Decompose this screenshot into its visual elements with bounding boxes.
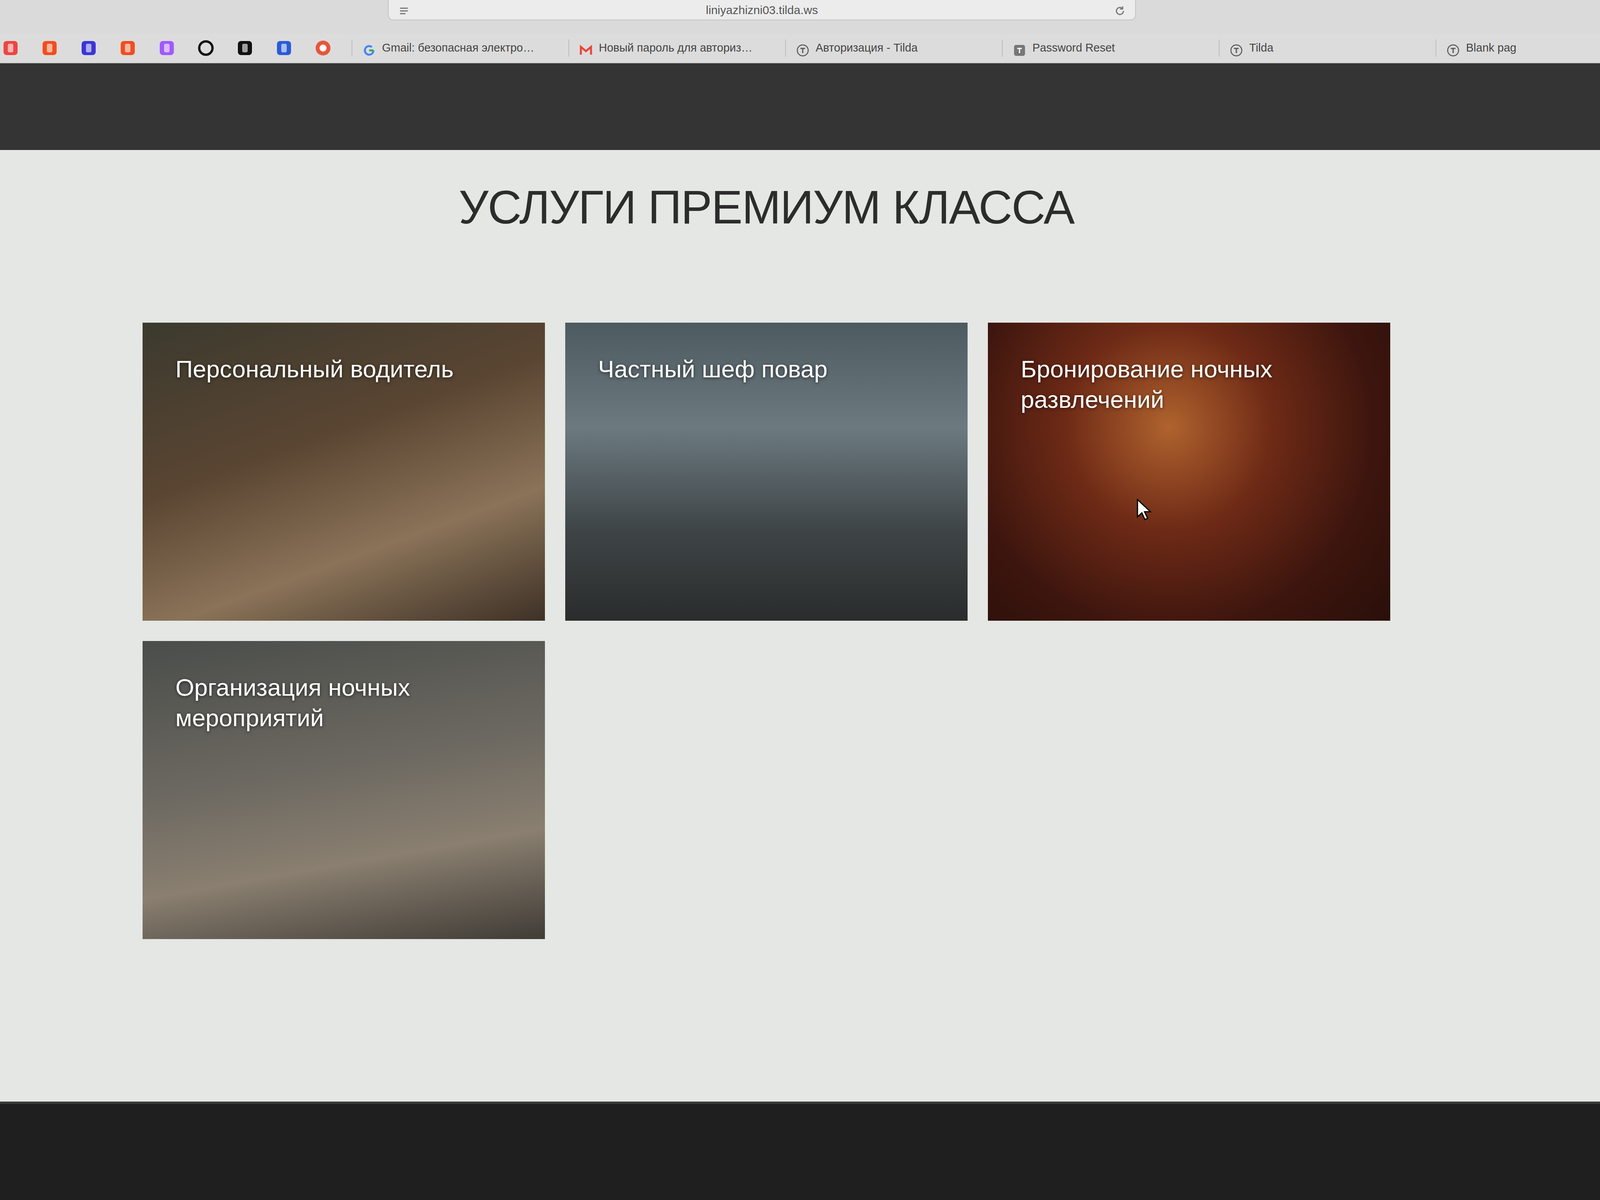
- browser-tab[interactable]: Tilda: [1218, 39, 1436, 57]
- card-label: Частный шеф повар: [598, 353, 911, 385]
- browser-tab[interactable]: Blank pag: [1435, 39, 1600, 57]
- bookmark-icon[interactable]: [236, 39, 254, 57]
- favicon-icon: [1446, 41, 1460, 55]
- services-section: УСЛУГИ ПРЕМИУМ КЛАССА Персональный водите…: [0, 150, 1600, 1102]
- tab-label: Авторизация - Tilda: [815, 39, 918, 57]
- card-label: Персональный водитель: [175, 353, 488, 385]
- browser-tab[interactable]: Авторизация - Tilda: [785, 39, 1002, 57]
- bookmark-icon[interactable]: [41, 39, 58, 57]
- cursor-icon: [1136, 498, 1152, 521]
- favicon-icon: [579, 41, 593, 55]
- favicon-icon: [1229, 41, 1243, 55]
- service-card[interactable]: Организация ночных мероприятий: [142, 641, 545, 940]
- bookmark-icon[interactable]: [80, 39, 97, 57]
- tab-label: Новый пароль для авториз…: [598, 39, 753, 57]
- bookmark-icon[interactable]: [119, 39, 136, 57]
- card-label: Бронирование ночных развлечений: [1020, 353, 1334, 415]
- tab-label: Password Reset: [1032, 39, 1115, 57]
- browser-tab[interactable]: Gmail: безопасная электро…: [351, 39, 569, 57]
- favicon-icon: [362, 41, 376, 55]
- service-card[interactable]: Бронирование ночных развлечений: [987, 322, 1391, 621]
- service-card[interactable]: Частный шеф повар: [565, 322, 968, 621]
- bookmark-icon[interactable]: [2, 39, 19, 57]
- service-card[interactable]: Персональный водитель: [142, 322, 545, 621]
- favicon-icon: [796, 41, 810, 55]
- browser-tab[interactable]: Password Reset: [1001, 39, 1219, 57]
- bookmark-icon[interactable]: [314, 39, 332, 57]
- browser-toolbar: liniyazhizni03.tilda.ws: [0, 0, 1600, 34]
- bookmark-icon[interactable]: [197, 39, 215, 57]
- tab-label: Tilda: [1249, 39, 1274, 57]
- reload-icon: [1114, 1, 1126, 19]
- address-bar[interactable]: liniyazhizni03.tilda.ws: [387, 0, 1136, 21]
- card-label: Организация ночных мероприятий: [175, 672, 488, 733]
- cards-grid: Персональный водитель Частный шеф повар Бр…: [142, 322, 1391, 940]
- section-title: УСЛУГИ ПРЕМИУМ КЛАССА: [142, 181, 1391, 233]
- tab-bar: Gmail: безопасная электро… Новый пароль д…: [0, 33, 1600, 64]
- tab-label: Blank pag: [1466, 39, 1517, 57]
- bookmark-icon[interactable]: [158, 39, 175, 57]
- section-content: УСЛУГИ ПРЕМИУМ КЛАССА Персональный водите…: [142, 150, 1391, 940]
- tab-label: Gmail: безопасная электро…: [382, 39, 535, 57]
- address-text: liniyazhizni03.tilda.ws: [705, 1, 818, 19]
- site-header: [0, 63, 1600, 150]
- browser-tab[interactable]: Новый пароль для авториз…: [568, 39, 786, 57]
- pinned-icons: [0, 39, 352, 57]
- menu-icon: [398, 1, 410, 19]
- screen-bezel: [0, 1101, 1600, 1200]
- bookmark-icon[interactable]: [275, 39, 293, 57]
- favicon-icon: [1012, 41, 1027, 55]
